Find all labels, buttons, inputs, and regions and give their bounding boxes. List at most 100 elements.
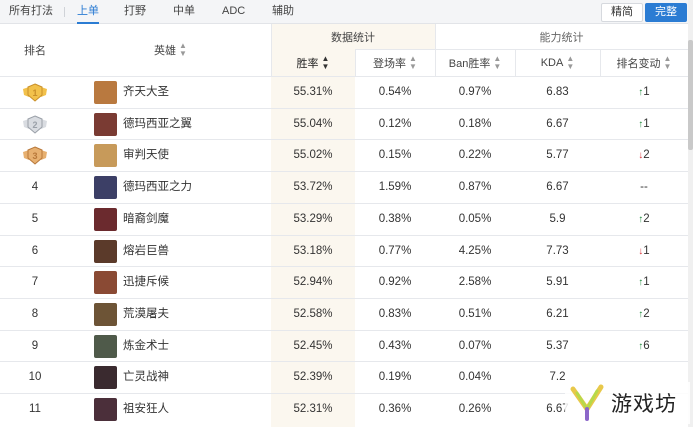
rank-cell: 5 — [31, 212, 39, 225]
kda-cell: 5.37 — [546, 339, 569, 352]
sort-desc-icon[interactable]: ▲ ▼ — [322, 55, 330, 71]
table-row[interactable]: 7 迅捷斥候 52.94% 0.92% 2.58% 5.91 ↑1 — [0, 266, 688, 298]
hero-name[interactable]: 德玛西亚之力 — [123, 172, 192, 203]
hero-avatar[interactable] — [94, 112, 117, 136]
tab-all-styles[interactable]: 所有打法 — [9, 0, 53, 23]
pickrate-column-header[interactable]: 登场率 ▲ ▼ — [355, 50, 435, 76]
rank-change-cell: -- — [600, 172, 688, 203]
header-separator — [515, 50, 516, 76]
rank-change-value: 1 — [643, 117, 650, 130]
winrate-cell: 52.39% — [293, 371, 333, 384]
table-row[interactable]: 5 暗裔剑魔 53.29% 0.38% 0.05% 5.9 ↑2 — [0, 202, 688, 235]
rank-change-value: 1 — [643, 244, 650, 257]
ability-stats-group-header[interactable]: 能力统计 — [435, 24, 688, 49]
table-row[interactable]: 2 德玛西亚之翼 55.04% 0.12% 0.18% 6.67 ↑1 — [0, 107, 688, 140]
table-row[interactable]: 6 熔岩巨兽 53.18% 0.77% 4.25% 7.73 ↓1 — [0, 234, 688, 267]
hero-avatar[interactable] — [94, 176, 117, 200]
hero-avatar[interactable] — [94, 398, 117, 421]
simple-view-button[interactable]: 精简 — [601, 3, 643, 22]
ban-winrate-cell: 0.22% — [458, 149, 492, 162]
hero-name[interactable]: 荒漠屠夫 — [123, 299, 169, 330]
hero-avatar[interactable] — [94, 302, 117, 326]
ban-winrate-column-header[interactable]: Ban胜率 ▲ ▼ — [435, 50, 515, 76]
gold-medal-icon: 1 — [22, 83, 48, 103]
hero-name[interactable]: 暗裔剑魔 — [123, 204, 169, 235]
winrate-cell: 52.45% — [293, 339, 333, 352]
hero-name[interactable]: 齐天大圣 — [123, 77, 169, 108]
hero-name[interactable]: 亡灵战神 — [123, 362, 169, 393]
ban-winrate-cell: 0.07% — [458, 339, 492, 352]
pickrate-cell: 1.59% — [378, 181, 412, 194]
winrate-column-header[interactable]: 胜率 ▲ ▼ — [271, 50, 355, 76]
scrollbar-thumb[interactable] — [688, 40, 693, 150]
tab-top-lane[interactable]: 上单 — [77, 0, 99, 24]
full-view-button[interactable]: 完整 — [645, 3, 687, 22]
hero-avatar[interactable] — [94, 144, 117, 168]
hero-avatar[interactable] — [94, 334, 117, 358]
pickrate-header-label: 登场率 — [373, 58, 407, 70]
hero-avatar[interactable] — [94, 271, 117, 295]
kda-cell: 6.67 — [546, 181, 569, 194]
pickrate-cell: 0.83% — [378, 307, 412, 320]
table-row[interactable]: 4 德玛西亚之力 53.72% 1.59% 0.87% 6.67 -- — [0, 171, 688, 203]
table-row[interactable]: 3 审判天使 55.02% 0.15% 0.22% 5.77 ↓2 — [0, 139, 688, 171]
table-row[interactable]: 1 齐天大圣 55.31% 0.54% 0.97% 6.83 ↑1 — [0, 76, 688, 108]
hero-avatar[interactable] — [94, 207, 117, 231]
kda-cell: 6.83 — [546, 86, 569, 98]
sort-icon[interactable]: ▲ ▼ — [409, 55, 417, 71]
winrate-cell: 55.04% — [293, 117, 333, 130]
watermark-text: 游戏坊 — [611, 392, 677, 416]
rank-change-value: 1 — [643, 276, 650, 289]
ban-winrate-cell: 2.58% — [458, 276, 492, 289]
kda-header-label: KDA — [540, 57, 564, 69]
tab-support[interactable]: 辅助 — [272, 0, 294, 23]
winrate-cell: 53.72% — [293, 181, 333, 194]
hero-column-header[interactable]: 英雄 ▲ ▼ — [70, 24, 271, 76]
bronze-medal-icon: 3 — [22, 146, 48, 166]
ban-winrate-cell: 0.04% — [458, 371, 492, 384]
winrate-cell: 55.02% — [293, 149, 333, 162]
ban-winrate-cell: 0.26% — [458, 403, 492, 415]
hero-avatar[interactable] — [94, 366, 117, 390]
rank-change-value: 2 — [643, 149, 650, 162]
ban-winrate-cell: 0.05% — [458, 212, 492, 225]
tab-adc[interactable]: ADC — [222, 0, 245, 23]
pickrate-cell: 0.19% — [378, 371, 412, 384]
rank-change-header-label: 排名变动 — [616, 58, 661, 70]
sort-icon[interactable]: ▲ ▼ — [179, 42, 187, 58]
hero-name[interactable]: 审判天使 — [123, 140, 169, 171]
pickrate-cell: 0.54% — [378, 86, 412, 98]
silver-medal-icon: 2 — [22, 115, 48, 135]
sort-icon[interactable]: ▲ ▼ — [493, 55, 501, 71]
data-stats-group-header: 数据统计 — [271, 24, 435, 49]
rank-cell: 7 — [31, 276, 39, 289]
winrate-cell: 52.31% — [293, 403, 333, 415]
hero-name[interactable]: 祖安狂人 — [123, 394, 169, 425]
table-row[interactable]: 9 炼金术士 52.45% 0.43% 0.07% 5.37 ↑6 — [0, 329, 688, 362]
hero-name[interactable]: 炼金术士 — [123, 331, 169, 362]
hero-name[interactable]: 德玛西亚之翼 — [123, 109, 192, 140]
sort-icon[interactable]: ▲ ▼ — [566, 55, 574, 71]
winrate-header-label: 胜率 — [296, 58, 319, 70]
svg-text:1: 1 — [32, 88, 37, 98]
rank-change-cell: ↑2 — [600, 299, 688, 330]
kda-column-header[interactable]: KDA ▲ ▼ — [515, 50, 600, 76]
hero-name[interactable]: 熔岩巨兽 — [123, 236, 169, 267]
hero-avatar[interactable] — [94, 81, 117, 104]
vertical-scrollbar[interactable] — [688, 0, 693, 427]
tab-mid-lane[interactable]: 中单 — [173, 0, 195, 23]
kda-cell: 6.67 — [546, 117, 569, 130]
sort-icon[interactable]: ▲ ▼ — [664, 55, 672, 71]
rank-change-column-header[interactable]: 排名变动 ▲ ▼ — [600, 50, 688, 76]
tab-jungle[interactable]: 打野 — [124, 0, 146, 23]
filter-tabs-bar: 所有打法 上单 打野 中单 ADC 辅助 精简 完整 — [0, 0, 693, 24]
pickrate-cell: 0.43% — [378, 339, 412, 352]
kda-cell: 6.21 — [546, 307, 569, 320]
ability-stats-label: 能力统计 — [539, 31, 584, 44]
table-row[interactable]: 8 荒漠屠夫 52.58% 0.83% 0.51% 6.21 ↑2 — [0, 297, 688, 330]
hero-name[interactable]: 迅捷斥候 — [123, 267, 169, 298]
game-site-logo-icon — [570, 384, 604, 421]
rank-column-header: 排名 — [0, 24, 70, 76]
header-separator — [355, 50, 356, 76]
hero-avatar[interactable] — [94, 239, 117, 263]
